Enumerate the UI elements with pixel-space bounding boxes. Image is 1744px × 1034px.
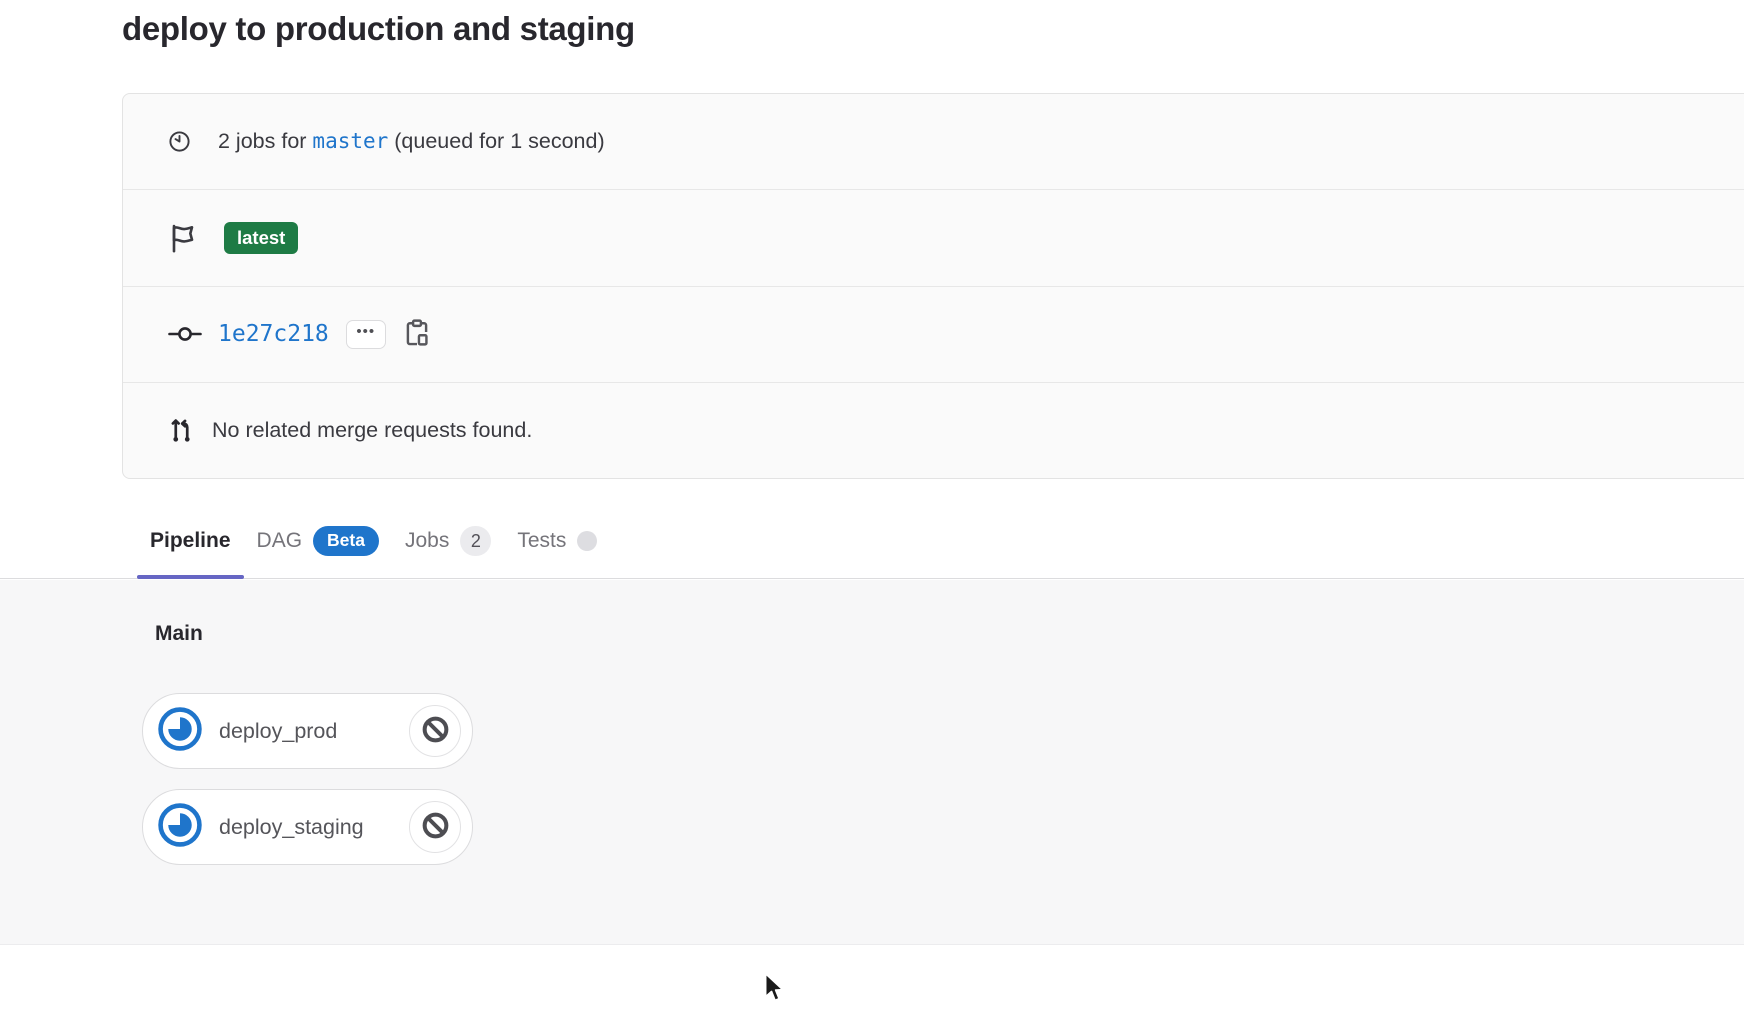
commit-sha-link[interactable]: 1e27c218 — [218, 321, 329, 347]
latest-badge[interactable]: latest — [224, 222, 298, 254]
tab-jobs[interactable]: Jobs 2 — [392, 503, 504, 579]
commit-icon — [168, 323, 202, 345]
flag-icon — [168, 222, 202, 254]
commit-message-toggle-button[interactable]: ••• — [346, 320, 386, 349]
job-pill-deploy-staging[interactable]: deploy_staging — [142, 789, 473, 865]
clipboard-icon — [404, 318, 430, 351]
beta-badge: Beta — [313, 526, 379, 556]
pipeline-summary-card: 2 jobs for master (queued for 1 second) … — [122, 93, 1744, 479]
commit-row: 1e27c218 ••• — [123, 286, 1744, 382]
latest-badge-row: latest — [123, 189, 1744, 285]
tab-pipeline[interactable]: Pipeline — [137, 503, 244, 579]
tab-pipeline-label: Pipeline — [150, 529, 231, 553]
mouse-cursor — [763, 972, 789, 1009]
stage-title: Main — [155, 622, 203, 646]
active-tab-underline — [137, 575, 244, 579]
job-pill-deploy-prod[interactable]: deploy_prod — [142, 693, 473, 769]
pipeline-tabbar: Pipeline DAG Beta Jobs 2 Tests — [137, 503, 610, 579]
ellipsis-icon: ••• — [356, 324, 375, 339]
tab-jobs-label: Jobs — [405, 529, 449, 553]
running-status-icon — [158, 707, 202, 756]
stage-job-list: deploy_prod deploy_staging — [142, 693, 473, 865]
cancel-icon — [420, 714, 451, 748]
cancel-icon — [420, 810, 451, 844]
tab-dag[interactable]: DAG Beta — [244, 503, 392, 579]
running-status-icon — [158, 803, 202, 852]
merge-request-icon — [168, 415, 202, 445]
jobs-summary-text: 2 jobs for master (queued for 1 second) — [218, 129, 605, 154]
page-title: deploy to production and staging — [122, 10, 635, 48]
job-name: deploy_prod — [219, 719, 337, 744]
jobs-summary-row: 2 jobs for master (queued for 1 second) — [123, 94, 1744, 189]
pipeline-graph-area: Main deploy_prod — [0, 580, 1744, 945]
tab-tests-label: Tests — [517, 529, 566, 553]
cancel-job-button[interactable] — [409, 705, 461, 757]
tab-dag-label: DAG — [257, 529, 303, 553]
branch-link[interactable]: master — [312, 129, 388, 153]
cancel-job-button[interactable] — [409, 801, 461, 853]
merge-requests-row: No related merge requests found. — [123, 382, 1744, 478]
no-merge-requests-text: No related merge requests found. — [212, 418, 532, 443]
tests-empty-badge — [577, 531, 597, 551]
queued-duration-text: (queued for 1 second) — [388, 129, 604, 153]
jobs-count-text: 2 jobs for — [218, 129, 312, 153]
jobs-count-badge: 2 — [460, 526, 491, 556]
clock-icon — [168, 130, 202, 153]
job-name: deploy_staging — [219, 815, 364, 840]
tab-tests[interactable]: Tests — [504, 503, 610, 579]
copy-commit-sha-button[interactable] — [404, 318, 430, 351]
